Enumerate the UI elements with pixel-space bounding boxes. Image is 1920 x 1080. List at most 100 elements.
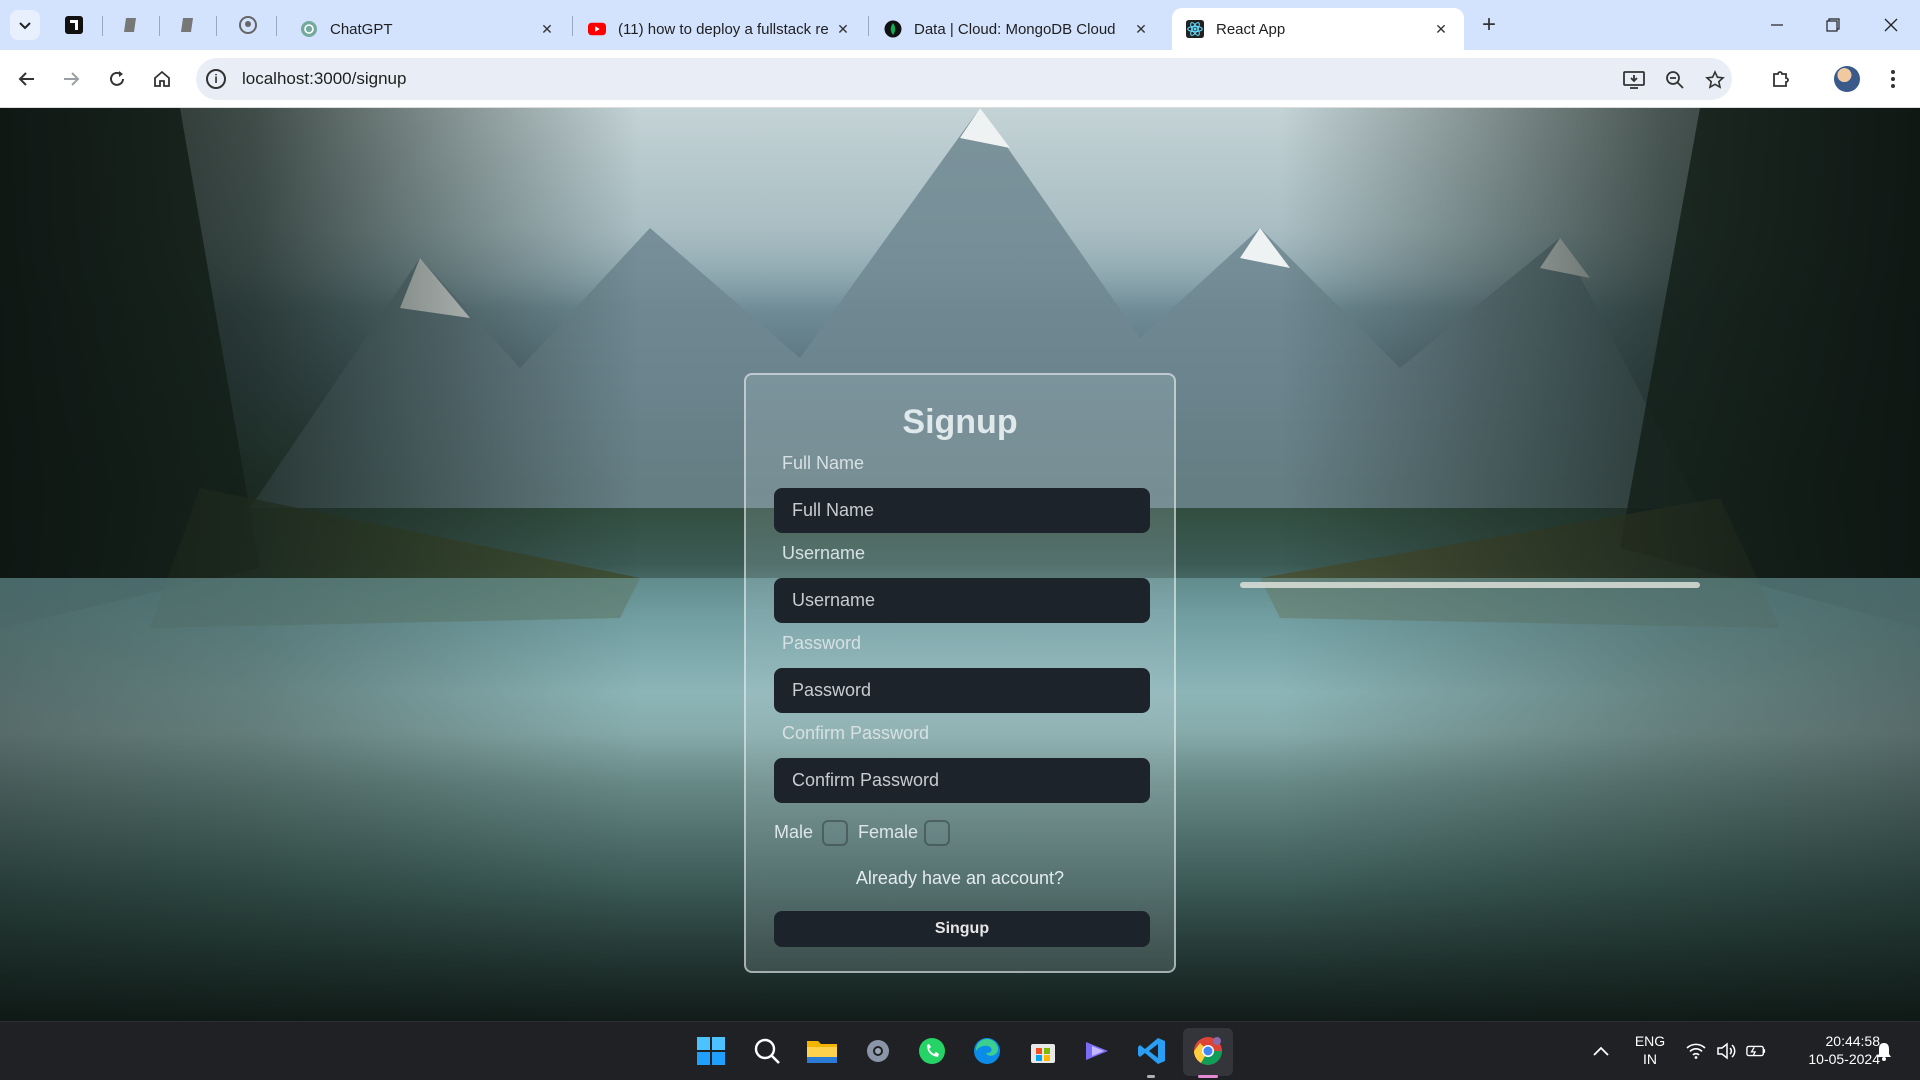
forward-button[interactable] — [56, 64, 86, 94]
taskbar-search-button[interactable] — [749, 1033, 785, 1069]
tab-chatgpt[interactable]: ChatGPT ✕ — [286, 8, 570, 50]
copilot-button[interactable] — [1079, 1033, 1115, 1069]
minimize-button[interactable] — [1762, 10, 1792, 40]
reload-button[interactable] — [102, 64, 132, 94]
close-icon — [1884, 18, 1898, 32]
file-explorer-button[interactable] — [804, 1033, 840, 1069]
tab-youtube[interactable]: (11) how to deploy a fullstack re ✕ — [574, 8, 866, 50]
puzzle-icon — [1773, 71, 1789, 87]
gender-female-label: Female — [858, 822, 919, 842]
edge-icon — [974, 1038, 1000, 1064]
forward-arrow-icon — [64, 72, 80, 86]
microsoft-store-button[interactable] — [1025, 1033, 1061, 1069]
extensions-button[interactable] — [1766, 64, 1796, 94]
chevron-up-icon — [1593, 1046, 1609, 1056]
search-icon — [754, 1038, 780, 1064]
new-tab-button[interactable]: + — [1476, 11, 1502, 38]
vscode-icon — [1138, 1038, 1165, 1064]
document-icon — [124, 18, 136, 32]
home-button[interactable] — [147, 64, 177, 94]
gender-male-checkbox[interactable] — [822, 820, 848, 846]
pinned-tab-github[interactable] — [236, 13, 260, 37]
whatsapp-icon — [919, 1038, 945, 1064]
battery-icon[interactable] — [1746, 1041, 1766, 1061]
full-name-input[interactable] — [774, 488, 1150, 533]
volume-icon[interactable] — [1716, 1041, 1736, 1061]
full-name-label: Full Name — [782, 453, 865, 473]
username-label: Username — [782, 543, 866, 563]
plus-icon: + — [1481, 11, 1496, 38]
copilot-icon — [1086, 1042, 1108, 1060]
vscode-button[interactable] — [1134, 1033, 1170, 1069]
bookmark-button[interactable] — [1703, 68, 1727, 92]
signup-submit-button[interactable]: Singup — [774, 911, 1150, 947]
restore-button[interactable] — [1818, 10, 1848, 40]
mongodb-icon — [884, 20, 902, 38]
settings-icon — [867, 1040, 889, 1062]
language-code: ENG — [1634, 1033, 1666, 1049]
tab-title: React App — [1216, 20, 1286, 38]
notion-icon — [65, 16, 83, 34]
chevron-down-icon — [19, 22, 31, 30]
close-window-button[interactable] — [1876, 10, 1906, 40]
install-app-button[interactable] — [1622, 68, 1646, 92]
tab-title: (11) how to deploy a fullstack re — [618, 20, 829, 38]
chrome-icon — [1194, 1037, 1222, 1065]
tab-react-app[interactable]: React App ✕ — [1172, 8, 1464, 50]
close-icon[interactable]: ✕ — [1432, 20, 1450, 38]
reload-icon — [110, 71, 124, 86]
login-link[interactable]: Already have an account? — [746, 868, 1174, 889]
tab-search-button[interactable] — [10, 10, 40, 40]
zoom-out-icon — [1666, 71, 1684, 89]
gender-male-label: Male — [774, 822, 814, 842]
show-hidden-icons-button[interactable] — [1591, 1041, 1611, 1061]
site-info-icon[interactable]: i — [206, 69, 226, 89]
clock-date: 10-05-2024 — [1808, 1051, 1880, 1067]
zoom-button[interactable] — [1663, 68, 1687, 92]
windows-start-button[interactable] — [693, 1033, 729, 1069]
browser-menu-button[interactable] — [1878, 64, 1908, 94]
profile-avatar[interactable] — [1834, 66, 1860, 92]
tab-title: Data | Cloud: MongoDB Cloud — [914, 20, 1116, 38]
document-icon — [181, 18, 193, 32]
star-icon — [1705, 70, 1725, 89]
password-input[interactable] — [774, 668, 1150, 713]
vscode-running-indicator — [1147, 1075, 1155, 1078]
language-indicator[interactable]: ENG IN — [1630, 1032, 1670, 1068]
clock[interactable]: 20:44:58 10-05-2024 — [1780, 1032, 1880, 1068]
pinned-tab-document-2[interactable] — [176, 13, 200, 37]
back-arrow-icon — [18, 72, 34, 86]
gender-female-checkbox[interactable] — [924, 820, 950, 846]
username-input[interactable] — [774, 578, 1150, 623]
page-viewport: Signup Full Name Username Password Confi… — [0, 108, 1920, 1021]
url-text[interactable]: localhost:3000/signup — [242, 69, 406, 89]
tab-title: ChatGPT — [330, 20, 393, 38]
signup-card: Signup Full Name Username Password Confi… — [744, 373, 1176, 973]
windows-start-icon — [697, 1037, 725, 1065]
youtube-icon — [588, 20, 606, 38]
tab-mongodb[interactable]: Data | Cloud: MongoDB Cloud ✕ — [870, 8, 1164, 50]
edge-button[interactable] — [969, 1033, 1005, 1069]
close-icon[interactable]: ✕ — [538, 20, 556, 38]
microsoft-store-icon — [1031, 1044, 1055, 1063]
pinned-tab-document-1[interactable] — [119, 13, 143, 37]
browser-tab-strip: ChatGPT ✕ (11) how to deploy a fullstack… — [0, 0, 1920, 50]
home-icon — [154, 70, 170, 87]
clock-time: 20:44:58 — [1825, 1033, 1881, 1049]
minimize-icon — [1771, 24, 1783, 26]
wifi-icon[interactable] — [1686, 1041, 1706, 1061]
notification-bell-icon[interactable] — [1874, 1041, 1894, 1061]
pinned-tab-notion[interactable] — [62, 13, 86, 37]
confirm-password-input[interactable] — [774, 758, 1150, 803]
back-button[interactable] — [12, 64, 42, 94]
whatsapp-button[interactable] — [914, 1033, 950, 1069]
chatgpt-icon — [300, 20, 318, 38]
more-vertical-icon — [1891, 70, 1895, 88]
chrome-button[interactable] — [1190, 1033, 1226, 1069]
react-icon — [1186, 20, 1204, 38]
settings-button[interactable] — [860, 1033, 896, 1069]
close-icon[interactable]: ✕ — [1132, 20, 1150, 38]
address-bar[interactable]: i localhost:3000/signup — [196, 58, 1732, 100]
close-icon[interactable]: ✕ — [834, 20, 852, 38]
file-explorer-icon — [807, 1041, 837, 1063]
